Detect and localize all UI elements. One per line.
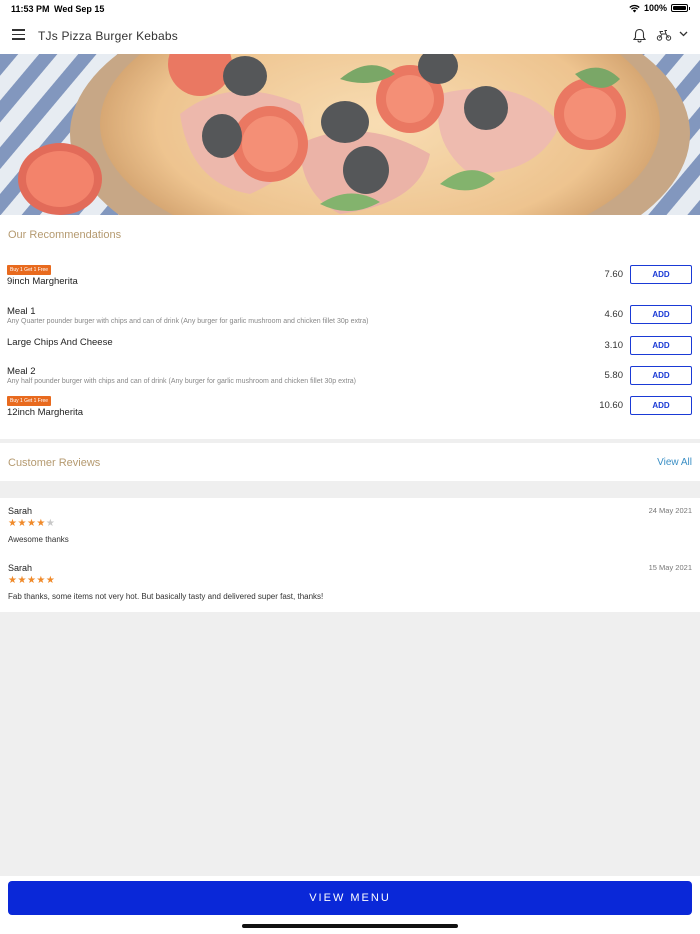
star-icon: ★: [17, 575, 27, 586]
reviewer-name: Sarah: [8, 506, 33, 516]
delivery-scooter-icon[interactable]: [656, 29, 672, 41]
battery-icon: [671, 4, 690, 12]
reviews-title: Customer Reviews: [8, 457, 101, 469]
app-header: TJs Pizza Burger Kebabs: [0, 18, 700, 54]
star-empty-icon: ★: [45, 518, 56, 529]
item-description: Any half pounder burger with chips and c…: [7, 378, 357, 385]
restaurant-title: TJs Pizza Burger Kebabs: [38, 29, 178, 43]
item-name: 9inch Margherita: [7, 276, 78, 287]
add-button[interactable]: ADD: [630, 336, 692, 355]
item-name: Meal 1: [7, 306, 36, 317]
view-all-reviews-link[interactable]: View All: [657, 457, 692, 468]
star-rating: ★★★★★: [8, 575, 55, 586]
reviews-header: Customer Reviews View All: [0, 443, 700, 481]
star-icon: ★: [26, 575, 37, 586]
promo-badge: Buy 1 Get 1 Free: [7, 265, 52, 275]
add-button[interactable]: ADD: [630, 305, 692, 324]
item-price: 7.60: [604, 269, 624, 280]
item-price: 3.10: [604, 340, 624, 351]
view-menu-button[interactable]: VIEW MENU: [8, 881, 692, 915]
review-text: Fab thanks, some items not very hot. But…: [8, 592, 324, 601]
star-icon: ★: [17, 518, 27, 529]
review-date: 24 May 2021: [648, 506, 692, 515]
star-rating: ★★★★★: [8, 518, 55, 529]
item-price: 10.60: [599, 400, 623, 411]
star-icon: ★: [45, 575, 56, 586]
recommendations-title: Our Recommendations: [8, 229, 122, 241]
wifi-icon: [629, 4, 640, 12]
review-date: 15 May 2021: [648, 563, 692, 572]
star-icon: ★: [36, 575, 46, 586]
hamburger-menu-icon[interactable]: [12, 29, 25, 40]
star-icon: ★: [36, 518, 46, 529]
add-button[interactable]: ADD: [630, 366, 692, 385]
reviewer-name: Sarah: [8, 563, 33, 573]
add-button[interactable]: ADD: [630, 396, 692, 415]
status-date: Wed Sep 15: [54, 4, 105, 14]
bell-icon[interactable]: [633, 28, 646, 43]
star-icon: ★: [26, 518, 37, 529]
item-name: Large Chips And Cheese: [7, 337, 113, 348]
battery-percent: 100%: [643, 3, 667, 13]
status-right: 100%: [629, 3, 690, 13]
item-price: 5.80: [604, 370, 624, 381]
item-price: 4.60: [604, 309, 624, 320]
bottom-bar: VIEW MENU: [0, 876, 700, 934]
promo-badge: Buy 1 Get 1 Free: [7, 396, 52, 406]
item-name: Meal 2: [7, 366, 36, 377]
reviews-list: Sarah 24 May 2021 ★★★★★ Awesome thanks S…: [0, 498, 700, 612]
add-button[interactable]: ADD: [630, 265, 692, 284]
recommendations-section: Our Recommendations Buy 1 Get 1 Free 9in…: [0, 215, 700, 439]
review-text: Awesome thanks: [8, 535, 69, 544]
item-description: Any Quarter pounder burger with chips an…: [7, 318, 369, 325]
chevron-down-icon[interactable]: [679, 31, 688, 37]
hero-pizza-image: [0, 54, 700, 215]
status-time: 11:53 PM: [11, 4, 50, 14]
home-indicator: [242, 924, 458, 928]
item-name: 12inch Margherita: [7, 407, 84, 418]
status-bar: 11:53 PM Wed Sep 15 100%: [0, 0, 700, 18]
